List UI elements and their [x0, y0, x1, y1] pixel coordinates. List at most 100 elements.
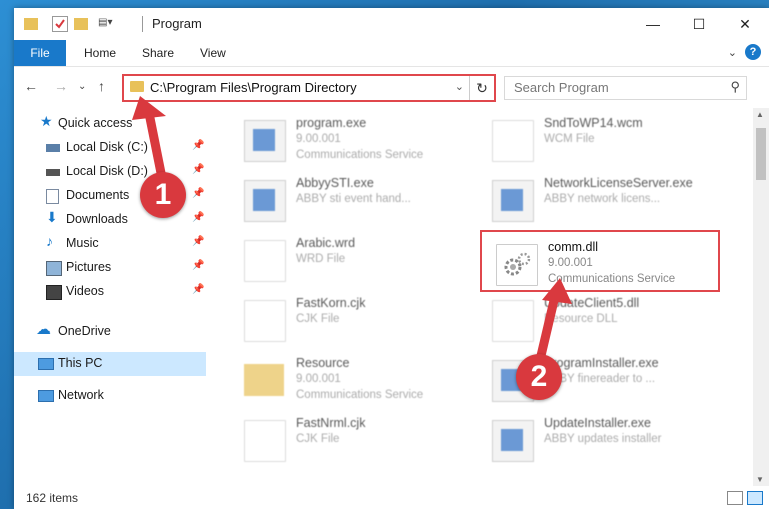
file-item[interactable]: NetworkLicenseServer.exe ABBY network li…	[482, 174, 722, 226]
up-arrow-icon[interactable]: ↑	[98, 78, 105, 94]
gear-icon	[492, 300, 534, 342]
scrollbar-thumb[interactable]	[756, 128, 766, 180]
file-type: WCM File	[544, 133, 595, 145]
sidebar-item-label: Pictures	[66, 260, 112, 274]
address-bar[interactable]: C:\Program Files\Program Directory ⌄ ↻	[122, 74, 496, 102]
file-type: 9.00.001	[296, 133, 341, 145]
file-item[interactable]: AbbyySTI.exe ABBY sti event hand...	[234, 174, 474, 226]
tab-view[interactable]: View	[188, 40, 238, 66]
file-name: NetworkLicenseServer.exe	[544, 176, 693, 190]
address-path[interactable]: C:\Program Files\Program Directory	[150, 80, 357, 95]
file-item[interactable]: FastKorn.cjk CJK File	[234, 294, 474, 346]
sidebar-item-label: Local Disk (D:)	[66, 164, 148, 178]
file-item[interactable]: Arabic.wrd WRD File	[234, 234, 474, 286]
file-item[interactable]: SndToWP14.wcm WCM File	[482, 114, 722, 166]
file-description: Communications Service	[296, 149, 424, 161]
tab-share[interactable]: Share	[130, 40, 186, 66]
file-type: 9.00.001	[296, 373, 341, 385]
executable-icon	[492, 180, 534, 222]
file-type: CJK File	[296, 433, 340, 445]
music-icon: ♪	[46, 233, 53, 249]
tab-file[interactable]: File	[14, 40, 66, 66]
executable-icon	[244, 180, 286, 222]
file-type: WRD File	[296, 253, 346, 265]
file-item[interactable]: FastNrml.cjk CJK File	[234, 414, 474, 466]
properties-icon[interactable]	[52, 16, 68, 32]
file-type: CJK File	[296, 313, 340, 325]
refresh-icon[interactable]: ↻	[469, 76, 494, 100]
highlight-box	[480, 230, 720, 292]
pin-icon[interactable]: 📌	[192, 284, 204, 295]
title-bar: ▤▾ Program — ☐ ✕	[14, 8, 769, 40]
sidebar-item-videos[interactable]: Videos 📌	[14, 280, 206, 304]
document-icon	[244, 300, 286, 342]
new-folder-icon[interactable]	[74, 18, 88, 30]
file-name: UpdateInstaller.exe	[544, 416, 652, 430]
sidebar-item-pictures[interactable]: Pictures 📌	[14, 256, 206, 280]
scroll-up-icon[interactable]: ▲	[756, 110, 764, 119]
large-icons-view-icon[interactable]	[747, 491, 763, 505]
customize-toolbar-icon[interactable]: ▤▾	[98, 17, 118, 33]
pictures-icon	[46, 261, 62, 276]
folder-icon	[244, 364, 284, 396]
search-placeholder: Search Program	[514, 80, 609, 95]
search-icon[interactable]: ⚲	[730, 79, 740, 95]
search-input[interactable]: Search Program ⚲	[504, 76, 747, 100]
maximize-button[interactable]: ☐	[676, 8, 722, 40]
tab-home[interactable]: Home	[72, 40, 128, 66]
file-item[interactable]: UpdateClient5.dll Resource DLL	[482, 294, 722, 346]
window-title: Program	[152, 16, 202, 31]
file-item[interactable]: Resource 9.00.001 Communications Service	[234, 354, 474, 406]
minimize-button[interactable]: —	[630, 8, 676, 40]
sidebar-item-local-disk-c[interactable]: Local Disk (C:) 📌	[14, 136, 206, 160]
sidebar-item-this-pc[interactable]: This PC	[14, 352, 206, 376]
pin-icon[interactable]: 📌	[192, 260, 204, 271]
sidebar-item-onedrive[interactable]: ☁ OneDrive	[14, 320, 206, 344]
file-name: Resource	[296, 356, 350, 370]
pin-icon[interactable]: 📌	[192, 188, 204, 199]
documents-icon	[46, 189, 59, 204]
pin-icon[interactable]: 📌	[192, 212, 204, 223]
file-type: ABBY sti event hand...	[296, 193, 411, 205]
sidebar-item-label: Downloads	[66, 212, 128, 226]
explorer-window: ▤▾ Program — ☐ ✕ File Home Share View ⌄ …	[14, 8, 769, 509]
file-name: program.exe	[296, 116, 367, 130]
file-name: Arabic.wrd	[296, 236, 356, 250]
sidebar-item-label: Documents	[66, 188, 130, 202]
file-type: Resource DLL	[544, 313, 618, 325]
file-description: Communications Service	[296, 389, 424, 401]
item-count: 162 items	[26, 491, 79, 505]
file-name: ProgramInstaller.exe	[544, 356, 659, 370]
scroll-down-icon[interactable]: ▼	[756, 475, 764, 484]
forward-arrow-icon[interactable]: →	[54, 78, 68, 94]
file-type: ABBY updates installer	[544, 433, 662, 445]
back-arrow-icon[interactable]: ←	[24, 78, 38, 94]
cloud-icon: ☁	[36, 321, 51, 338]
sidebar-item-quick-access[interactable]: ★ Quick access	[14, 112, 206, 136]
file-name: FastNrml.cjk	[296, 416, 366, 430]
file-name: SndToWP14.wcm	[544, 116, 643, 130]
executable-icon	[244, 120, 286, 162]
sidebar-item-music[interactable]: ♪ Music 📌	[14, 232, 206, 256]
pin-icon[interactable]: 📌	[192, 164, 204, 175]
step-1-badge: 1	[140, 172, 186, 218]
file-name: AbbyySTI.exe	[296, 176, 374, 190]
network-icon	[38, 390, 54, 402]
document-icon	[244, 240, 286, 282]
file-item[interactable]: UpdateInstaller.exe ABBY updates install…	[482, 414, 722, 466]
document-icon	[244, 420, 286, 462]
pin-icon[interactable]: 📌	[192, 236, 204, 247]
sidebar-item-network[interactable]: Network	[14, 384, 206, 408]
pin-icon[interactable]: 📌	[192, 140, 204, 151]
document-icon	[492, 120, 534, 162]
help-icon[interactable]: ?	[745, 44, 761, 60]
file-item[interactable]: program.exe 9.00.001 Communications Serv…	[234, 114, 474, 166]
chevron-down-icon[interactable]: ⌄	[455, 80, 464, 93]
details-view-icon[interactable]	[727, 491, 743, 505]
close-button[interactable]: ✕	[722, 8, 768, 40]
ribbon-expand-icon[interactable]: ⌄	[728, 46, 737, 59]
vertical-scrollbar[interactable]: ▲ ▼	[753, 108, 769, 486]
file-name: UpdateClient5.dll	[544, 296, 640, 310]
download-icon: ⬇	[46, 209, 58, 225]
recent-locations-icon[interactable]: ⌄	[78, 81, 86, 92]
